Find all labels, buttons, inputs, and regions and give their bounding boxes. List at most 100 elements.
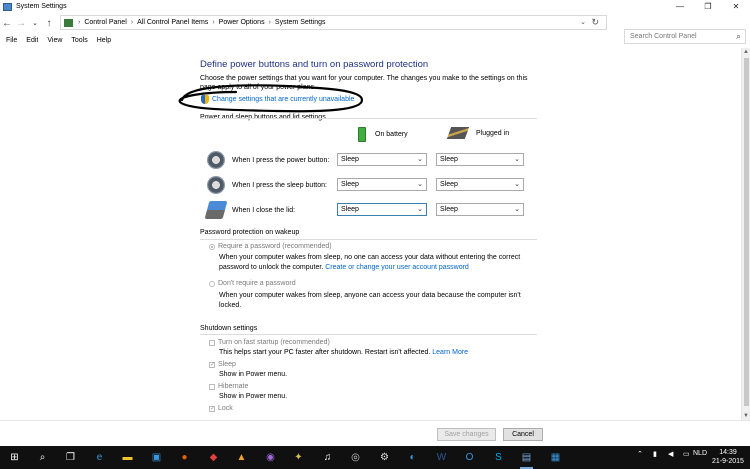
- control-panel-taskbar-icon[interactable]: ▤: [519, 450, 534, 469]
- cancel-button[interactable]: Cancel: [503, 428, 543, 441]
- hibernate-checkbox[interactable]: Hibernate: [209, 383, 248, 390]
- require-password-label: Require a password (recommended): [218, 243, 332, 250]
- divider: [200, 118, 537, 119]
- scroll-down-icon[interactable]: ▼: [743, 413, 749, 419]
- search-icon[interactable]: ⌕: [736, 31, 741, 42]
- menu-file[interactable]: File: [6, 37, 17, 44]
- breadcrumb-separator-icon[interactable]: ›: [78, 19, 80, 26]
- breadcrumb-separator-icon[interactable]: ›: [269, 19, 271, 26]
- breadcrumb-all-items[interactable]: All Control Panel Items: [137, 19, 208, 26]
- word-icon[interactable]: W: [434, 450, 449, 465]
- edge-browser-icon[interactable]: e: [92, 450, 107, 465]
- tray-up-chevron-icon[interactable]: ⌃: [637, 450, 643, 458]
- select-value: Sleep: [440, 181, 458, 188]
- refresh-icon[interactable]: ↻: [591, 17, 599, 28]
- clock-date: 21-9-2015: [712, 458, 744, 465]
- recent-locations-chevron-icon[interactable]: ⌄: [28, 19, 42, 27]
- settings-gear-icon[interactable]: ⚙: [377, 450, 392, 465]
- search-icon[interactable]: ⌕: [35, 450, 50, 465]
- volume-icon[interactable]: ◀: [668, 450, 673, 458]
- power-button-battery-select[interactable]: Sleep ⌄: [337, 153, 427, 166]
- checkbox-checked-icon: ✓: [209, 405, 216, 412]
- select-value: Sleep: [341, 206, 359, 213]
- menu-edit[interactable]: Edit: [26, 37, 38, 44]
- sleep-button-battery-select[interactable]: Sleep ⌄: [337, 178, 427, 191]
- power-button-icon: [207, 151, 225, 169]
- fast-startup-text: This helps start your PC faster after sh…: [219, 349, 431, 356]
- store-icon[interactable]: ▣: [149, 450, 164, 465]
- itunes-icon[interactable]: ♫: [320, 450, 335, 465]
- maximize-button[interactable]: ❐: [694, 0, 722, 13]
- breadcrumb-separator-icon[interactable]: ›: [212, 19, 214, 26]
- checkbox-unchecked-icon: [209, 339, 215, 346]
- minimize-button[interactable]: —: [666, 0, 694, 13]
- scrollbar-thumb[interactable]: [744, 58, 749, 406]
- up-arrow-icon[interactable]: ↑: [42, 18, 56, 29]
- change-password-link[interactable]: Create or change your user account passw…: [325, 264, 469, 271]
- select-value: Sleep: [440, 206, 458, 213]
- taskbar: ⊞ ⌕ ❐ e ▬ ▣ ● ◆ ▲ ◉ ✦ ♫ ◎ ⚙ ◐ W O S ▤ ▦ …: [0, 446, 750, 469]
- vertical-scrollbar[interactable]: ▲ ▼: [741, 48, 750, 420]
- chevron-down-icon: ⌄: [514, 181, 520, 188]
- menu-view[interactable]: View: [47, 37, 62, 44]
- app-icon[interactable]: ◉: [263, 450, 278, 465]
- breadcrumb-separator-icon[interactable]: ›: [131, 19, 133, 26]
- breadcrumb[interactable]: › Control Panel › All Control Panel Item…: [60, 15, 607, 30]
- radio-unselected-icon: [209, 280, 215, 287]
- fast-startup-checkbox[interactable]: Turn on fast startup (recommended): [209, 339, 330, 346]
- plugged-column-label: Plugged in: [476, 129, 510, 137]
- file-explorer-icon[interactable]: ▬: [120, 450, 135, 465]
- fast-startup-label: Turn on fast startup (recommended): [218, 339, 330, 346]
- page-title: Define power buttons and turn on passwor…: [200, 59, 429, 70]
- laptop-lid-icon: [204, 201, 228, 219]
- network-icon[interactable]: ▮: [653, 450, 657, 458]
- app-icon[interactable]: ▦: [548, 450, 563, 465]
- search-input[interactable]: Search Control Panel ⌕: [624, 29, 746, 44]
- radio-selected-icon: [209, 243, 215, 250]
- system-settings-icon: [3, 2, 12, 11]
- checkbox-checked-icon: ✓: [209, 361, 216, 368]
- scribble-annotation: [178, 84, 364, 113]
- back-arrow-icon[interactable]: ←: [0, 18, 14, 29]
- lock-label: Lock: [218, 405, 233, 412]
- divider: [200, 239, 537, 240]
- power-button-plugged-select[interactable]: Sleep ⌄: [436, 153, 524, 166]
- menu-help[interactable]: Help: [97, 37, 111, 44]
- select-value: Sleep: [440, 156, 458, 163]
- clock[interactable]: 14:39 21-9-2015: [712, 448, 744, 466]
- breadcrumb-system-settings[interactable]: System Settings: [275, 19, 326, 26]
- select-value: Sleep: [341, 181, 359, 188]
- app-icon[interactable]: ◆: [206, 450, 221, 465]
- close-button[interactable]: ✕: [722, 0, 750, 13]
- lock-checkbox[interactable]: ✓ Lock: [209, 405, 233, 412]
- no-password-radio[interactable]: Don't require a password: [209, 280, 296, 287]
- address-dropdown-icon[interactable]: ⌄: [580, 18, 586, 26]
- firefox-icon[interactable]: ●: [177, 450, 192, 465]
- close-lid-battery-select[interactable]: Sleep ⌄: [337, 203, 427, 216]
- language-indicator[interactable]: NLD: [693, 450, 707, 457]
- plugged-column-header: Plugged in: [446, 127, 510, 139]
- start-windows-icon[interactable]: ⊞: [7, 450, 22, 465]
- forward-arrow-icon[interactable]: →: [14, 18, 28, 29]
- breadcrumb-control-panel[interactable]: Control Panel: [84, 19, 126, 26]
- close-lid-plugged-select[interactable]: Sleep ⌄: [436, 203, 524, 216]
- sleep-checkbox[interactable]: ✓ Sleep: [209, 361, 236, 368]
- menu-bar: File Edit View Tools Help: [0, 34, 114, 47]
- app-icon[interactable]: ✦: [291, 450, 306, 465]
- popcorn-icon[interactable]: ▲: [234, 450, 249, 465]
- require-password-radio[interactable]: Require a password (recommended): [209, 243, 332, 250]
- scroll-up-icon[interactable]: ▲: [743, 49, 749, 55]
- task-view-icon[interactable]: ❐: [63, 450, 78, 465]
- save-changes-button[interactable]: Save changes: [437, 428, 496, 441]
- steam-icon[interactable]: ◎: [348, 450, 363, 465]
- no-password-label: Don't require a password: [218, 280, 296, 287]
- skype-icon[interactable]: S: [491, 450, 506, 465]
- breadcrumb-power-options[interactable]: Power Options: [219, 19, 265, 26]
- outlook-icon[interactable]: O: [462, 450, 477, 465]
- battery-tray-icon[interactable]: ▭: [683, 450, 690, 458]
- learn-more-link[interactable]: Learn More: [432, 349, 468, 356]
- sleep-button-plugged-select[interactable]: Sleep ⌄: [436, 178, 524, 191]
- menu-tools[interactable]: Tools: [71, 37, 87, 44]
- app-icon[interactable]: ◐: [405, 450, 420, 465]
- close-lid-label: When I close the lid:: [232, 206, 296, 214]
